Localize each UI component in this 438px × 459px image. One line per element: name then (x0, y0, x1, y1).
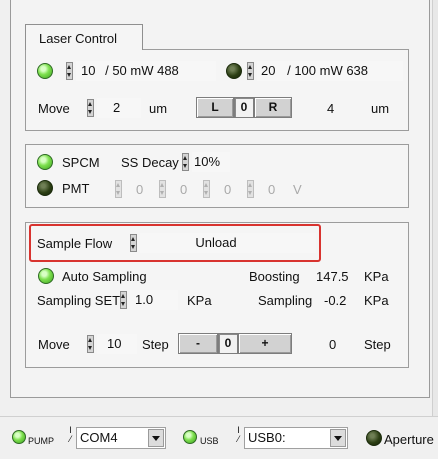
ss-decay-field[interactable]: 10% (192, 152, 230, 172)
boosting-value: 147.5 (316, 269, 349, 284)
laser1-spec: / 50 mW 488 (105, 63, 179, 78)
usb-dropdown-arrow-icon[interactable] (330, 429, 346, 447)
laser-move-label: Move (38, 101, 70, 116)
laser-move-value: 2 (113, 100, 121, 115)
com-port-value: COM4 (80, 430, 118, 445)
sampling-unit: KPa (364, 293, 389, 308)
sampling-set-label: Sampling SET (37, 293, 121, 308)
sampling-label: Sampling (258, 293, 313, 308)
pmt-channel4-spinner[interactable] (247, 180, 254, 198)
laser-zero-button[interactable]: 0 (234, 97, 254, 118)
laser2-spec: / 100 mW 638 (287, 63, 369, 78)
ss-decay-label: SS Decay (121, 155, 179, 170)
laser2-power-field[interactable]: 20 / 100 mW 638 (257, 61, 403, 81)
laser1-led[interactable] (37, 63, 53, 79)
pmt-channel3-spinner[interactable] (203, 180, 210, 198)
aperture-label: Aperture (384, 432, 434, 447)
ss-decay-value: 10% (194, 154, 221, 169)
spcm-led[interactable] (37, 154, 53, 170)
sample-minus-button[interactable]: - (178, 333, 218, 354)
laser-position-value: 4 (327, 101, 335, 116)
boosting-label: Boosting (249, 269, 300, 284)
usb-led[interactable] (183, 430, 197, 444)
sample-step-unit: Step (364, 337, 391, 352)
pmt-label: PMT (62, 181, 90, 196)
laser2-led[interactable] (226, 63, 242, 79)
pmt-channel2-value: 0 (180, 182, 188, 197)
usb-port-select[interactable]: USB0: (244, 427, 348, 449)
laser-move-field[interactable]: 2 (97, 98, 141, 118)
laser2-power-spinner[interactable] (247, 62, 254, 80)
sampling-set-value: 1.0 (135, 292, 154, 307)
pmt-channel3-value: 0 (224, 182, 232, 197)
sampling-set-spinner[interactable] (120, 291, 127, 309)
pmt-channel2-spinner[interactable] (159, 180, 166, 198)
usb-label: USB (200, 436, 219, 446)
sampling-set-unit: KPa (187, 293, 212, 308)
sample-zero-button[interactable]: 0 (218, 333, 238, 354)
laser-control-title: Laser Control (39, 31, 118, 46)
laser-control-tab[interactable]: Laser Control (25, 24, 143, 50)
sample-flow-highlight (29, 224, 321, 262)
laser1-power-field[interactable]: 10 / 50 mW 488 (76, 61, 216, 81)
usb-io-icon: I ⁄ (237, 425, 240, 444)
spcm-label: SPCM (62, 155, 100, 170)
sample-move-field[interactable]: 10 (97, 334, 137, 354)
laser-left-button[interactable]: L (196, 97, 234, 118)
sample-step-value: 0 (329, 337, 337, 352)
aperture-led[interactable] (366, 430, 382, 446)
pump-label: PUMP (28, 436, 55, 446)
sample-step-label: Step (142, 337, 169, 352)
pmt-channel1-value: 0 (136, 182, 144, 197)
boosting-unit: KPa (364, 269, 389, 284)
com-dropdown-arrow-icon[interactable] (148, 429, 164, 447)
usb-port-value: USB0: (248, 430, 286, 445)
ss-decay-spinner[interactable] (182, 153, 189, 171)
pmt-channel1-spinner[interactable] (115, 180, 122, 198)
laser-move-spinner[interactable] (87, 99, 94, 117)
sample-move-label: Move (38, 337, 70, 352)
pump-led[interactable] (12, 430, 26, 444)
sample-plus-button[interactable]: + (238, 333, 292, 354)
sampling-value: -0.2 (324, 293, 347, 308)
laser1-power-spinner[interactable] (66, 62, 73, 80)
laser-move-unit: um (149, 101, 168, 116)
pmt-unit: V (293, 182, 302, 197)
auto-sampling-label: Auto Sampling (62, 269, 147, 284)
com-port-select[interactable]: COM4 (76, 427, 166, 449)
sample-move-value: 10 (107, 336, 122, 351)
laser-position-unit: um (371, 101, 390, 116)
vertical-scrollbar[interactable] (432, 0, 438, 416)
sample-move-spinner[interactable] (87, 335, 94, 353)
auto-sampling-led[interactable] (38, 268, 54, 284)
com-io-icon: I ⁄ (69, 425, 72, 444)
laser-right-button[interactable]: R (254, 97, 292, 118)
laser2-power-value: 20 (261, 63, 276, 78)
laser1-power-value: 10 (81, 63, 96, 78)
pmt-led[interactable] (37, 180, 53, 196)
sampling-set-field[interactable]: 1.0 (130, 290, 178, 310)
pmt-channel4-value: 0 (268, 182, 276, 197)
